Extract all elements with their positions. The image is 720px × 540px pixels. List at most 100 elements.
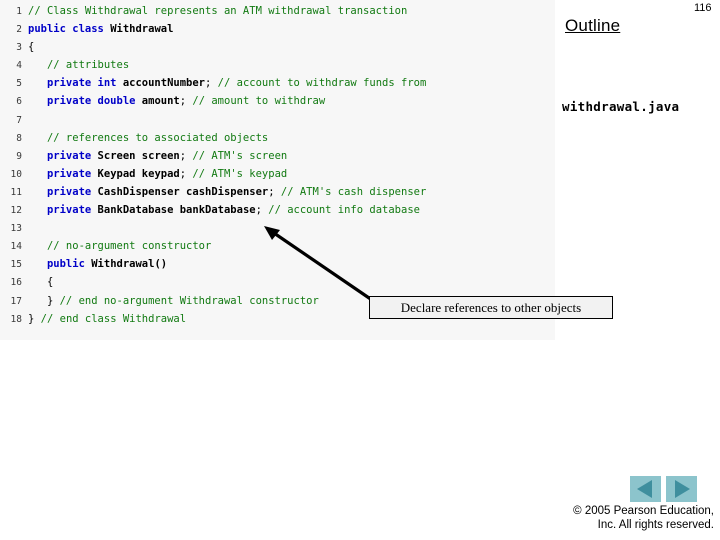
code-token-cm: // end class Withdrawal	[40, 312, 187, 325]
code-line-text: // no-argument constructor	[22, 237, 211, 255]
code-line-text: public class Withdrawal	[22, 20, 173, 38]
callout-annotation-text: Declare references to other objects	[400, 299, 582, 315]
code-line-text: // Class Withdrawal represents an ATM wi…	[22, 2, 407, 20]
code-line: 16 {	[0, 273, 555, 291]
code-token-kw: private double	[46, 95, 142, 108]
code-token-pl: }	[28, 294, 60, 307]
code-token-cm: // account to withdraw funds from	[217, 77, 427, 90]
code-token-id: accountNumber	[122, 77, 206, 90]
code-token-kw: public class	[28, 23, 111, 36]
code-token-pl: ;	[205, 77, 218, 90]
code-line-number: 15	[10, 259, 22, 271]
code-token-cm: // account info database	[268, 204, 420, 217]
code-line-text: private BankDatabase bankDatabase; // ac…	[22, 201, 420, 219]
slide-navigation[interactable]	[630, 476, 700, 502]
code-token-cm: // no-argument constructor	[46, 240, 212, 253]
code-token-id: CashDispenser cashDispenser	[97, 185, 269, 198]
code-line-text: {	[22, 273, 53, 291]
code-line-number: 13	[10, 223, 22, 235]
code-line: 3{	[0, 38, 555, 56]
code-token-kw: private int	[46, 77, 123, 90]
code-token-pl: ;	[179, 149, 193, 162]
code-line-text: private Keypad keypad; // ATM's keypad	[22, 165, 287, 183]
code-token-id: Screen screen	[97, 149, 180, 162]
code-token-cm: // end no-argument Withdrawal constructo…	[59, 294, 319, 307]
code-token-pl: ;	[255, 204, 269, 217]
code-line-number: 5	[16, 78, 22, 90]
code-line: 11 private CashDispenser cashDispenser; …	[0, 183, 555, 201]
outline-file-entry: withdrawal.java	[562, 99, 680, 114]
code-token-cm: // ATM's keypad	[192, 167, 288, 180]
code-line-text: private CashDispenser cashDispenser; // …	[22, 183, 426, 201]
code-line: 14 // no-argument constructor	[0, 237, 555, 255]
code-line: 6 private double amount; // amount to wi…	[0, 92, 555, 110]
code-token-pl: {	[28, 41, 35, 54]
copyright-line-1: © 2005 Pearson Education,	[573, 505, 714, 517]
code-token-cm: // attributes	[46, 59, 130, 72]
code-line-number: 7	[16, 114, 22, 126]
previous-slide-button[interactable]	[630, 476, 661, 502]
code-line-text: private Screen screen; // ATM's screen	[22, 147, 287, 165]
code-line-number: 12	[10, 205, 22, 217]
code-line-number: 8	[16, 132, 22, 144]
code-token-pl: ;	[179, 95, 193, 108]
code-line: 4 // attributes	[0, 56, 555, 74]
code-listing-panel: 1 // Class Withdrawal represents an ATM w…	[0, 0, 555, 340]
code-line-number: 11	[10, 186, 22, 198]
code-line: 5 private int accountNumber; // account …	[0, 74, 555, 92]
code-line: 2 public class Withdrawal	[0, 20, 555, 38]
code-line-text: {	[22, 38, 34, 56]
code-token-id: amount	[141, 95, 180, 108]
code-line: 13	[0, 219, 555, 237]
code-line-text: // attributes	[22, 56, 129, 74]
code-token-id: Withdrawal	[110, 23, 174, 36]
code-line-number: 4	[16, 60, 22, 72]
java-source-code: 1 // Class Withdrawal represents an ATM w…	[0, 2, 555, 328]
code-token-pl: {	[28, 276, 54, 289]
code-line-number: 14	[10, 241, 22, 253]
code-line-number: 3	[16, 42, 22, 54]
code-token-id: Keypad keypad	[97, 167, 180, 180]
next-slide-button[interactable]	[666, 476, 697, 502]
copyright-line-2: Inc. All rights reserved.	[597, 519, 714, 531]
code-line: 1 // Class Withdrawal represents an ATM w…	[0, 2, 555, 20]
code-token-kw: public	[46, 258, 92, 271]
code-line-number: 6	[16, 96, 22, 108]
code-line-text: public Withdrawal()	[22, 255, 167, 273]
code-token-pl: }	[28, 312, 41, 325]
code-token-pl: ;	[268, 185, 281, 198]
code-token-kw: private	[46, 167, 98, 180]
code-token-pl: ;	[179, 167, 193, 180]
page-number: 116	[694, 2, 712, 14]
code-line: 7	[0, 111, 555, 129]
code-token-kw: private	[46, 149, 98, 162]
code-line-text: } // end class Withdrawal	[22, 310, 186, 328]
code-token-cm: // Class Withdrawal represents an ATM wi…	[28, 5, 408, 17]
code-line-number: 2	[16, 24, 22, 36]
code-token-cm: // ATM's screen	[192, 149, 288, 162]
code-token-cm: // ATM's cash dispenser	[280, 185, 427, 198]
copyright-notice: © 2005 Pearson Education, Inc. All right…	[500, 504, 714, 532]
code-token-kw: private	[46, 185, 98, 198]
code-line-number: 9	[16, 150, 22, 162]
code-token-cm: // amount to withdraw	[192, 95, 326, 108]
code-line-text: } // end no-argument Withdrawal construc…	[22, 292, 319, 310]
code-line-number: 18	[10, 313, 22, 325]
code-token-kw: private	[46, 204, 98, 217]
code-line: 10 private Keypad keypad; // ATM's keypa…	[0, 165, 555, 183]
code-line-text: private int accountNumber; // account to…	[22, 74, 426, 92]
code-line-number: 17	[10, 295, 22, 307]
code-line: 15 public Withdrawal()	[0, 255, 555, 273]
code-line: 8 // references to associated objects	[0, 129, 555, 147]
code-line-number: 10	[10, 168, 22, 180]
code-line-text: // references to associated objects	[22, 129, 268, 147]
callout-annotation: Declare references to other objects	[369, 296, 613, 319]
code-line: 9 private Screen screen; // ATM's screen	[0, 147, 555, 165]
